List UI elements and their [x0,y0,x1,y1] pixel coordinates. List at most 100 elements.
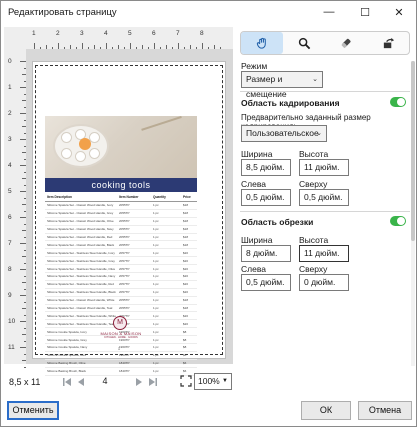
ruler-number: 2 [56,30,60,37]
last-page-icon[interactable] [146,375,160,389]
crop-left-field[interactable]: 0,5 дюйм. [241,189,291,206]
trim-top-field[interactable]: 0 дюйм. [299,274,349,291]
section-divider [240,211,410,212]
section-divider [240,91,410,92]
cancel-left-button[interactable]: Отменить [7,401,59,420]
ruler-tick [24,119,26,121]
rotate-icon [383,37,394,48]
ruler-tick [24,80,26,82]
toggle-knob [397,217,405,225]
minimize-button[interactable]: — [314,1,344,23]
ruler-tick [24,197,26,199]
ruler-number: 3 [8,136,12,143]
close-button[interactable]: ✕ [384,1,414,23]
eraser-icon [341,38,351,48]
ruler-tick [20,87,26,88]
crop-top-field[interactable]: 0,5 дюйм. [299,189,349,206]
ruler-tick [82,43,83,49]
ruler-tick [88,47,89,49]
ruler-number: 11 [8,344,15,351]
ruler-tick [24,223,26,225]
crop-width-label: Ширина [241,149,273,159]
mode-select[interactable]: Размер и смещение ⌄ [241,71,323,99]
ruler-tick [24,366,26,368]
vertical-ruler: 0 1 2 3 4 5 6 7 8 9 10 11 [4,49,26,368]
ruler-number: 8 [200,30,204,37]
zoom-tool-button[interactable] [283,32,325,54]
tool-strip [240,31,410,55]
hand-tool-button[interactable] [241,32,283,54]
ruler-tick [22,230,26,231]
trim-left-field[interactable]: 0,5 дюйм. [241,274,291,291]
ruler-number: 4 [8,162,12,169]
ruler-number: 4 [104,30,108,37]
ruler-tick [142,45,143,49]
ruler-tick [202,43,203,49]
ruler-tick [22,334,26,335]
ruler-tick [52,47,53,49]
maximize-button[interactable]: ☐ [350,1,380,23]
scrollbar-thumb[interactable] [411,61,415,241]
ruler-number: 10 [8,318,16,325]
trim-top-label: Сверху [299,264,328,274]
crop-height-field[interactable]: 11 дюйм. [299,159,349,176]
eraser-tool-button[interactable] [325,32,367,54]
trim-width-field[interactable]: 8 дюйм. [241,245,291,262]
ruler-tick [20,321,26,322]
preview-footer: 8,5 x 11 4 100% ▼ [4,369,233,395]
trim-height-field[interactable]: 11 дюйм. [299,245,349,262]
ruler-tick [34,43,35,49]
ok-button[interactable]: ОК [301,401,351,420]
trim-area-toggle[interactable] [390,216,406,226]
ruler-number: 5 [8,188,12,195]
zoom-select[interactable]: 100% ▼ [194,373,232,390]
ruler-tick [24,132,26,134]
ruler-tick [24,262,26,264]
previous-page-icon[interactable] [74,375,88,389]
ruler-tick [178,43,179,49]
table-cell: $6 [183,361,187,366]
ruler-number: 1 [32,30,36,37]
rotate-tool-button[interactable] [367,32,409,54]
chevron-down-icon: ▼ [222,378,228,384]
page-preview-pane: 12345678 0 1 2 3 4 5 6 7 8 9 10 11 cooking tools It… [4,27,233,376]
crop-area-frame[interactable] [35,65,223,355]
ruler-tick [130,43,131,49]
ruler-tick [24,93,26,95]
ruler-corner [4,27,26,49]
next-page-icon[interactable] [132,375,146,389]
ruler-number: 6 [152,30,156,37]
ruler-tick [76,47,77,49]
settings-scrollbar[interactable] [411,61,415,366]
crop-width-field[interactable]: 8,5 дюйм. [241,159,291,176]
trim-area-title: Область обрезки [241,217,314,227]
first-page-icon[interactable] [60,375,74,389]
ruler-tick [112,47,113,49]
ruler-number: 5 [128,30,132,37]
ruler-tick [190,45,191,49]
ruler-tick [214,45,215,49]
ruler-tick [22,100,26,101]
ruler-number: 7 [8,240,12,247]
ruler-tick [24,340,26,342]
crop-top-label: Сверху [299,179,328,189]
ruler-tick [100,47,101,49]
ruler-tick [24,353,26,355]
crop-area-toggle[interactable] [390,97,406,107]
ruler-tick [208,47,209,49]
table-cell: 1840TP [119,361,130,366]
ruler-tick [220,47,221,49]
fit-to-window-icon[interactable] [180,375,192,387]
ruler-number: 3 [80,30,84,37]
ruler-tick [22,308,26,309]
chevron-down-icon: ⌄ [312,76,318,83]
hand-icon [256,37,266,49]
ruler-tick [22,360,26,361]
toggle-knob [397,98,405,106]
trim-width-label: Ширина [241,235,273,245]
current-page-field[interactable]: 4 [90,376,120,386]
cancel-button[interactable]: Отмена [358,401,412,420]
crop-preset-select[interactable]: Пользовательское ⌄ [241,125,327,142]
page-size-label: 8,5 x 11 [9,377,41,387]
table-row: Silicone Basting Brush, Olive 1840TP 1 pc $… [45,360,197,368]
